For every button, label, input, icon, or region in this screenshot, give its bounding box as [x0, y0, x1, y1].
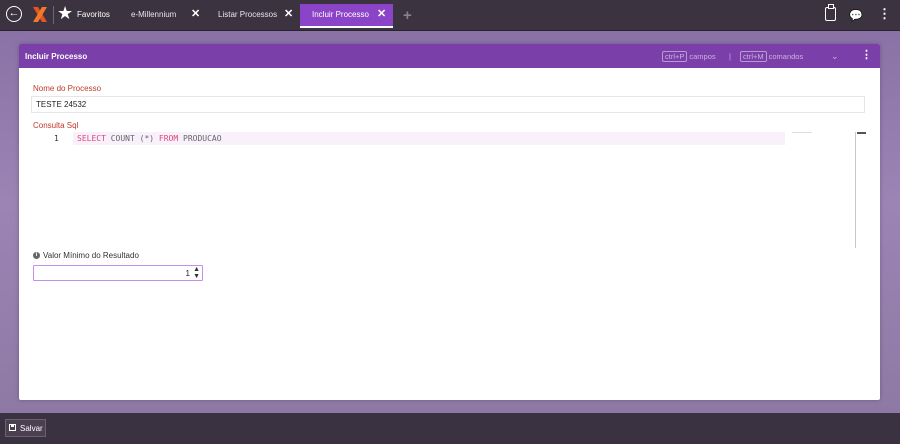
chat-icon[interactable]: 💬 — [849, 9, 863, 22]
tab-label: Listar Processos — [218, 10, 278, 19]
top-navigation-bar: ← ★ Favoritos e-Millennium ✕ Listar Proc… — [0, 0, 900, 31]
millennium-logo-icon[interactable] — [32, 6, 48, 23]
star-icon[interactable]: ★ — [57, 3, 73, 23]
divider — [53, 6, 54, 24]
sql-code-line[interactable]: SELECT COUNT (*) FROM PRODUCAO — [77, 134, 222, 143]
sql-expression: COUNT (*) — [110, 134, 155, 143]
incluir-processo-panel: Incluir Processo ctrl+P campos | ctrl+M co… — [19, 44, 880, 400]
valor-minimo-label: Valor Mínimo do Resultado — [43, 251, 139, 260]
editor-minimap[interactable] — [792, 132, 812, 133]
stepper-arrows-icon[interactable]: ▲ ▼ — [193, 266, 200, 280]
vertical-dots-icon[interactable]: ⋮ — [878, 7, 891, 21]
sql-editor[interactable]: 1 SELECT COUNT (*) FROM PRODUCAO — [33, 132, 873, 248]
close-icon[interactable]: ✕ — [191, 7, 200, 20]
tab-label: Incluir Processo — [312, 10, 369, 19]
panel-title: Incluir Processo — [25, 52, 88, 61]
tab-e-millennium[interactable]: e-Millennium ✕ — [131, 4, 209, 26]
shortcut-label: comandos — [768, 52, 804, 61]
vertical-dots-icon[interactable]: ⋮ — [861, 50, 872, 61]
clipboard-check-icon[interactable] — [825, 4, 836, 21]
tab-label: e-Millennium — [131, 10, 177, 19]
sql-keyword: SELECT — [77, 134, 106, 143]
shortcut-label: campos — [689, 52, 716, 61]
tab-listar-processos[interactable]: Listar Processos ✕ — [218, 4, 298, 26]
line-number: 1 — [54, 134, 59, 143]
fields-shortcut-hint[interactable]: ctrl+P campos — [662, 51, 716, 62]
sql-keyword: FROM — [158, 134, 179, 143]
shortcut-key: ctrl+P — [662, 51, 688, 62]
save-disk-icon — [9, 424, 16, 431]
valor-minimo-stepper[interactable]: 1 ▲ ▼ — [33, 265, 203, 281]
scrollbar-marker — [857, 132, 866, 134]
commands-shortcut-hint[interactable]: ctrl+M comandos — [740, 51, 804, 62]
tab-incluir-processo[interactable]: Incluir Processo ✕ — [300, 4, 393, 28]
bottom-action-bar: Salvar — [0, 413, 900, 444]
hint-separator: | — [729, 52, 731, 61]
stepper-value: 1 — [185, 269, 190, 278]
info-icon: i — [33, 252, 40, 259]
add-tab-button[interactable]: + — [403, 7, 412, 24]
chevron-down-icon[interactable]: ⌄ — [831, 51, 839, 62]
editor-scrollbar[interactable] — [855, 132, 856, 248]
consulta-sql-label: Consulta Sql — [33, 121, 79, 130]
save-label: Salvar — [20, 424, 43, 433]
nome-processo-label: Nome do Processo — [33, 84, 102, 93]
save-button[interactable]: Salvar — [5, 419, 46, 437]
shortcut-key: ctrl+M — [740, 51, 767, 62]
nome-processo-input[interactable] — [31, 96, 865, 113]
back-arrow-icon[interactable]: ← — [6, 6, 22, 22]
panel-header: Incluir Processo ctrl+P campos | ctrl+M co… — [19, 44, 880, 68]
close-icon[interactable]: ✕ — [284, 7, 293, 20]
close-icon[interactable]: ✕ — [377, 7, 386, 20]
sql-table-name: PRODUCAO — [183, 134, 222, 143]
favorites-label[interactable]: Favoritos — [77, 10, 110, 19]
